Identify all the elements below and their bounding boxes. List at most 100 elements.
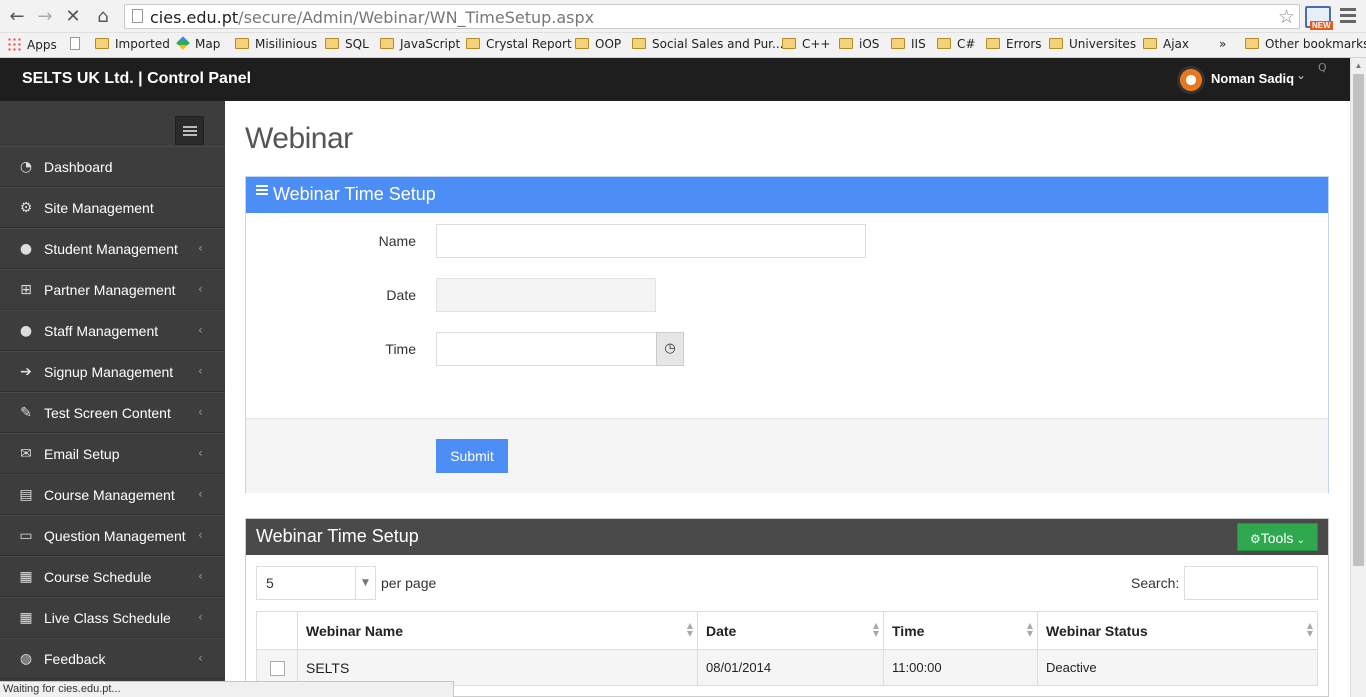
table-panel-title: Webinar Time Setup <box>256 526 419 546</box>
table-panel-header: Webinar Time Setup ⚙Tools ⌄ <box>246 519 1328 555</box>
sidebar-item-live-class-schedule[interactable]: ▦ Live Class Schedule ‹ <box>0 597 225 638</box>
time-field[interactable] <box>436 332 657 366</box>
time-label: Time <box>385 341 416 357</box>
bookmark-folder[interactable]: Universites <box>1049 37 1136 51</box>
calendar-icon: ▦ <box>19 610 33 626</box>
sidebar-toggle-button[interactable] <box>175 116 204 145</box>
bookmark-map[interactable]: Map <box>176 36 220 51</box>
bookmark-folder[interactable]: Errors <box>986 37 1042 51</box>
stop-icon[interactable]: ✕ <box>62 6 84 28</box>
sort-icon: ▲ ▼ <box>872 621 879 638</box>
bookmark-folder[interactable]: Ajax <box>1143 37 1189 51</box>
back-icon[interactable]: ← <box>6 6 28 28</box>
apps-icon <box>7 37 21 51</box>
folder-icon <box>235 38 249 49</box>
tools-button[interactable]: ⚙Tools ⌄ <box>1237 523 1318 551</box>
bookmark-folder[interactable]: Imported <box>95 37 170 51</box>
chevron-left-icon: ‹ <box>198 446 203 460</box>
column-header-webinar-status[interactable]: Webinar Status ▲ ▼ <box>1037 611 1318 650</box>
sidebar-item-feedback[interactable]: ◍ Feedback ‹ <box>0 638 225 679</box>
sidebar-item-label: Question Management <box>44 528 186 544</box>
search-input[interactable] <box>1184 566 1318 600</box>
scroll-thumb[interactable] <box>1353 74 1364 566</box>
sidebar-item-label: Dashboard <box>44 159 113 175</box>
column-header-webinar-name[interactable]: Webinar Name ▲ ▼ <box>297 611 698 650</box>
sort-icon: ▲ ▼ <box>1306 621 1313 638</box>
chevron-left-icon: ‹ <box>198 651 203 665</box>
chevron-down-icon: ⌄ <box>1293 535 1305 546</box>
sidebar-item-test-screen-content[interactable]: ✎ Test Screen Content ‹ <box>0 392 225 433</box>
cogs-icon: ⚙ <box>19 200 33 216</box>
submit-button[interactable]: Submit <box>436 439 508 473</box>
sidebar-item-student-management[interactable]: ● Student Management ‹ <box>0 228 225 269</box>
folder-icon <box>575 38 589 49</box>
bookmark-star-icon[interactable]: ☆ <box>1278 6 1295 28</box>
bookmark-imported[interactable] <box>70 37 86 51</box>
per-page-select[interactable]: 5 ▼ <box>256 566 376 600</box>
brand-title: SELTS UK Ltd. | Control Panel <box>22 70 252 87</box>
sidebar-item-dashboard[interactable]: ◔ Dashboard <box>0 146 225 187</box>
bookmark-folder[interactable]: Social Sales and Pur... <box>632 37 783 51</box>
folder-icon <box>466 38 480 49</box>
row-checkbox[interactable] <box>269 660 285 676</box>
url-text: cies.edu.pt/secure/Admin/Webinar/WN_Time… <box>150 8 595 27</box>
bookmark-folder[interactable]: Crystal Report <box>466 37 572 51</box>
sidebar-item-label: Email Setup <box>44 446 120 462</box>
search-icon[interactable]: Q <box>1318 61 1327 74</box>
avatar[interactable] <box>1177 66 1205 94</box>
name-field[interactable] <box>436 224 866 258</box>
bookmark-other[interactable]: Other bookmarks <box>1245 37 1366 51</box>
sidebar-item-signup-management[interactable]: ➔ Signup Management ‹ <box>0 351 225 392</box>
book-icon: ▤ <box>19 487 33 503</box>
clock-icon[interactable]: ◷ <box>656 332 684 366</box>
sidebar-item-email-setup[interactable]: ✉ Email Setup ‹ <box>0 433 225 474</box>
bookmark-folder[interactable]: C++ <box>782 37 831 51</box>
bookmark-folder[interactable]: iOS <box>839 37 879 51</box>
cell-status: Deactive <box>1037 649 1318 686</box>
column-header-time[interactable]: Time ▲ ▼ <box>883 611 1038 650</box>
app-header: SELTS UK Ltd. | Control Panel Noman Sadi… <box>0 58 1350 101</box>
chevron-down-icon[interactable]: ⌄ <box>1296 68 1306 82</box>
user-name[interactable]: Noman Sadiq <box>1211 71 1294 86</box>
sidebar-item-staff-management[interactable]: ● Staff Management ‹ <box>0 310 225 351</box>
chevron-left-icon: ‹ <box>198 569 203 583</box>
comments-icon: ◍ <box>19 651 33 667</box>
bookmark-folder[interactable]: JavaScript <box>380 37 460 51</box>
sidebar-menu: ◔ Dashboard ⚙ Site Management ● Student Manag… <box>0 146 225 679</box>
scroll-up-icon[interactable]: ▲ <box>1351 58 1366 73</box>
calendar-icon: ▦ <box>19 569 33 585</box>
chevron-left-icon: ‹ <box>198 241 203 255</box>
bookmark-folder[interactable]: C# <box>937 37 975 51</box>
bookmark-folder[interactable]: SQL <box>325 37 369 51</box>
column-header-date[interactable]: Date ▲ ▼ <box>697 611 884 650</box>
bookmark-folder[interactable]: IIS <box>891 37 926 51</box>
address-bar[interactable]: cies.edu.pt/secure/Admin/Webinar/WN_Time… <box>124 4 1300 29</box>
browser-menu-icon[interactable] <box>1340 8 1356 24</box>
sidebar-item-course-schedule[interactable]: ▦ Course Schedule ‹ <box>0 556 225 597</box>
caret-down-icon: ▼ <box>355 567 375 599</box>
bookmark-apps[interactable]: Apps <box>7 37 57 52</box>
sidebar-item-site-management[interactable]: ⚙ Site Management <box>0 187 225 228</box>
date-field[interactable] <box>436 278 656 312</box>
page-scrollbar[interactable]: ▲ <box>1350 58 1366 697</box>
sidebar-item-question-management[interactable]: ▭ Question Management ‹ <box>0 515 225 556</box>
home-icon[interactable]: ⌂ <box>92 6 114 28</box>
bookmarks-overflow[interactable]: » <box>1219 37 1226 51</box>
bookmark-folder[interactable]: OOP <box>575 37 621 51</box>
bookmark-folder[interactable]: Misilinious <box>235 37 317 51</box>
select-column-header <box>256 611 298 650</box>
chevron-left-icon: ‹ <box>198 323 203 337</box>
chevron-left-icon: ‹ <box>198 528 203 542</box>
chevron-left-icon: ‹ <box>198 282 203 296</box>
chevron-left-icon: ‹ <box>198 405 203 419</box>
form-panel-header: Webinar Time Setup <box>246 177 1328 213</box>
sidebar-item-course-management[interactable]: ▤ Course Management ‹ <box>0 474 225 515</box>
list-icon <box>256 185 268 197</box>
sidebar-item-partner-management[interactable]: ⊞ Partner Management ‹ <box>0 269 225 310</box>
sidebar: ◔ Dashboard ⚙ Site Management ● Student Manag… <box>0 101 225 697</box>
dashboard-icon: ◔ <box>19 159 33 175</box>
forward-icon[interactable]: → <box>34 6 56 28</box>
edit-icon: ✎ <box>20 405 32 421</box>
extension-icon[interactable]: NEW <box>1305 6 1333 30</box>
page-icon <box>132 9 143 23</box>
